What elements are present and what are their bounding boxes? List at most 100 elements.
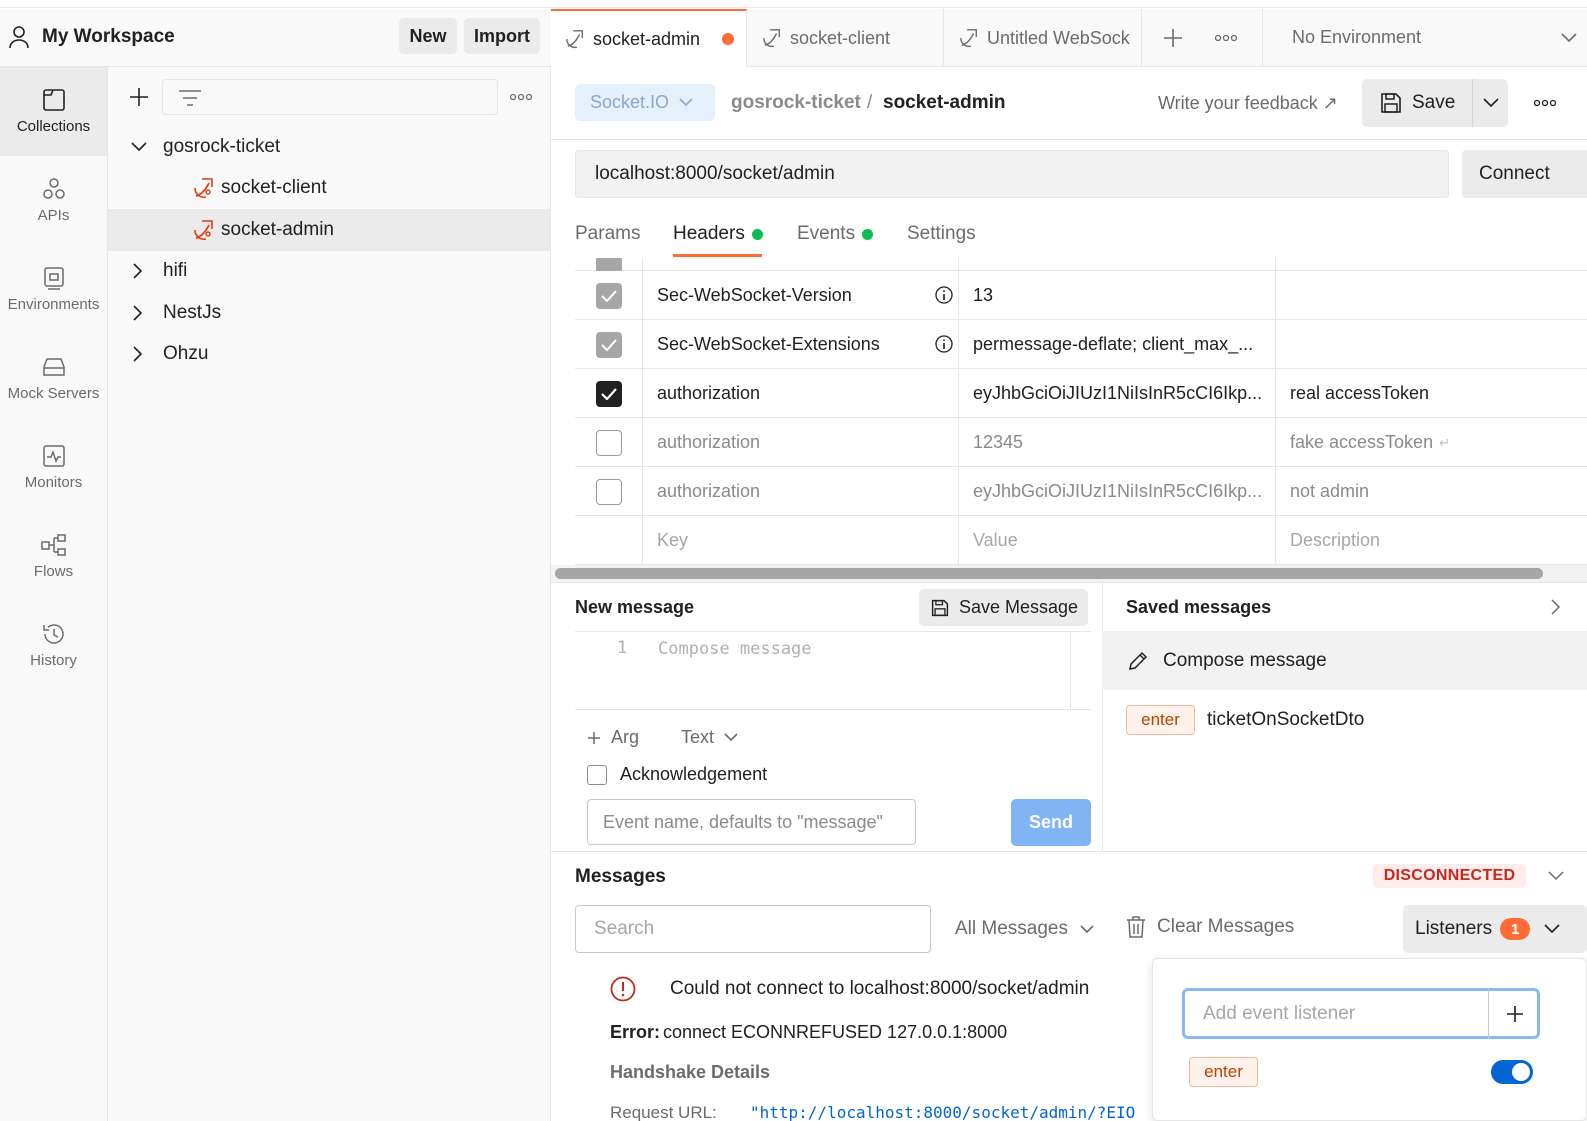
tab-headers[interactable]: Headers — [673, 222, 763, 246]
info-icon[interactable] — [935, 286, 953, 304]
tab-events[interactable]: Events — [797, 222, 874, 246]
value-cell[interactable]: 12345 — [958, 418, 1275, 467]
row-checkbox[interactable] — [595, 331, 622, 358]
value-cell[interactable]: eyJhbGciOiJIUzI1NiIsInR5cCI6Ikp... — [958, 369, 1275, 418]
row-checkbox[interactable] — [595, 429, 622, 456]
value-cell[interactable]: permessage-deflate; client_max_... — [958, 320, 1275, 369]
key-cell[interactable]: Key — [642, 516, 958, 565]
listener-toggle[interactable] — [1491, 1060, 1533, 1084]
table-row-placeholder[interactable]: Key Value Description — [575, 516, 1587, 565]
request-socket-client[interactable]: socket-client — [108, 167, 550, 209]
acknowledgement-checkbox[interactable] — [587, 764, 607, 785]
send-button[interactable]: Send — [1011, 799, 1091, 846]
description-cell[interactable]: fake accessToken ↵ — [1275, 418, 1587, 467]
row-checkbox[interactable] — [595, 258, 622, 271]
table-row[interactable]: authorization eyJhbGciOiJIUzI1NiIsInR5cC… — [575, 467, 1587, 516]
tabs-divider — [1262, 9, 1263, 67]
info-icon[interactable] — [935, 335, 953, 353]
new-button[interactable]: New — [399, 18, 457, 54]
tab-settings[interactable]: Settings — [907, 222, 976, 246]
value-cell[interactable]: 13 — [958, 271, 1275, 320]
save-message-button[interactable]: Save Message — [919, 589, 1088, 626]
request-url-value[interactable]: "http://localhost:8000/socket/admin/?EIO — [750, 1103, 1135, 1121]
collection-ohzu[interactable]: Ohzu — [108, 333, 550, 375]
chevron-down-icon[interactable] — [1561, 33, 1577, 43]
table-row[interactable]: Sec-WebSocket-Version 13 — [575, 271, 1587, 320]
key-cell[interactable]: Sec-WebSocket-Extensions — [642, 320, 958, 369]
add-arg-button[interactable]: Arg — [587, 727, 639, 748]
feedback-link[interactable]: Write your feedback ↗ — [1158, 93, 1338, 114]
protocol-selector[interactable]: Socket.IO — [575, 84, 715, 121]
tabs-more-icon[interactable] — [1215, 34, 1237, 42]
more-options-icon[interactable] — [510, 93, 532, 101]
collection-hifi[interactable]: hifi — [108, 250, 550, 292]
tab-label: socket-client — [790, 27, 891, 48]
breadcrumb-request-name[interactable]: socket-admin — [883, 92, 1005, 114]
key-cell[interactable]: Sec-WebSocket-Version — [642, 271, 958, 320]
saved-message-item[interactable]: enter ticketOnSocketDto — [1126, 705, 1364, 735]
environment-selector[interactable]: No Environment — [1292, 27, 1421, 48]
import-button[interactable]: Import — [464, 18, 540, 54]
rail-item-history[interactable]: History — [0, 601, 107, 690]
plus-icon — [587, 731, 601, 745]
breadcrumb-separator: / — [867, 92, 873, 113]
workspace-title[interactable]: My Workspace — [42, 26, 175, 48]
rail-item-monitors[interactable]: Monitors — [0, 423, 107, 512]
tab-untitled-websocket[interactable]: Untitled WebSock — [944, 9, 1142, 67]
value-cell[interactable]: Value — [958, 516, 1275, 565]
add-listener-button[interactable] — [1488, 988, 1540, 1039]
compose-message-row[interactable]: Compose message — [1102, 631, 1587, 690]
add-collection-icon[interactable] — [128, 86, 150, 108]
tab-socket-admin[interactable]: socket-admin — [551, 9, 747, 67]
event-name-input[interactable]: Event name, defaults to "message" — [587, 799, 916, 845]
rail-label-mock-servers: Mock Servers — [7, 385, 100, 402]
key-cell[interactable]: authorization — [642, 418, 958, 467]
clear-messages-button[interactable]: Clear Messages — [1126, 915, 1294, 939]
row-checkbox[interactable] — [595, 282, 622, 309]
request-tabs-bar: socket-admin socket-client Untitled WebS… — [551, 9, 1587, 67]
description-cell[interactable] — [1275, 271, 1587, 320]
row-checkbox[interactable] — [595, 478, 622, 505]
description-cell[interactable]: real accessToken — [1275, 369, 1587, 418]
url-input[interactable]: localhost:8000/socket/admin — [575, 150, 1449, 198]
rail-item-flows[interactable]: Flows — [0, 512, 107, 601]
key-cell[interactable]: authorization — [642, 467, 958, 516]
value-cell[interactable]: eyJhbGciOiJIUzI1NiIsInR5cCI6Ikp... — [958, 467, 1275, 516]
tab-params[interactable]: Params — [575, 222, 640, 246]
rail-item-collections[interactable]: Collections — [0, 67, 107, 156]
listeners-button[interactable]: Listeners 1 — [1403, 905, 1587, 953]
row-checkbox[interactable] — [595, 380, 622, 407]
tab-socket-client[interactable]: socket-client — [747, 9, 944, 67]
breadcrumb-collection[interactable]: gosrock-ticket — [731, 92, 861, 114]
table-row[interactable]: Sec-WebSocket-Extensions permessage-defl… — [575, 320, 1587, 369]
connect-button[interactable]: Connect — [1462, 150, 1587, 198]
table-row[interactable]: authorization 12345 fake accessToken ↵ — [575, 418, 1587, 467]
table-row[interactable]: authorization eyJhbGciOiJIUzI1NiIsInR5cC… — [575, 369, 1587, 418]
rail-item-mock-servers[interactable]: Mock Servers — [0, 334, 107, 423]
message-editor[interactable]: 1 Compose message — [575, 631, 1091, 710]
collection-nestjs[interactable]: NestJs — [108, 292, 550, 334]
add-event-listener-input[interactable]: Add event listener — [1182, 988, 1540, 1039]
chevron-right-icon[interactable] — [1551, 599, 1561, 615]
request-more-icon[interactable] — [1534, 99, 1556, 107]
request-socket-admin[interactable]: socket-admin — [108, 209, 550, 251]
header-key: Sec-WebSocket-Extensions — [657, 334, 880, 354]
rail-item-apis[interactable]: APIs — [0, 156, 107, 245]
key-cell[interactable]: authorization — [642, 369, 958, 418]
messages-search-input[interactable]: Search — [575, 905, 931, 953]
collection-gosrock-ticket[interactable]: gosrock-ticket — [108, 126, 550, 168]
message-filter-dropdown[interactable]: All Messages — [955, 918, 1094, 940]
error-message[interactable]: Could not connect to localhost:8000/sock… — [670, 978, 1089, 1000]
chevron-down-icon[interactable] — [1548, 871, 1564, 881]
save-button[interactable]: Save — [1362, 79, 1472, 127]
horizontal-scrollbar[interactable] — [555, 568, 1543, 579]
save-options-button[interactable] — [1473, 79, 1508, 127]
description-cell[interactable] — [1275, 320, 1587, 369]
description-cell[interactable]: not admin — [1275, 467, 1587, 516]
acknowledgement-option[interactable]: Acknowledgement — [587, 764, 767, 785]
collection-filter-input[interactable] — [162, 79, 498, 115]
rail-item-environments[interactable]: Environments — [0, 245, 107, 334]
description-cell[interactable]: Description — [1275, 516, 1587, 565]
message-format-dropdown[interactable]: Text — [681, 727, 738, 748]
new-tab-icon[interactable] — [1162, 27, 1184, 49]
